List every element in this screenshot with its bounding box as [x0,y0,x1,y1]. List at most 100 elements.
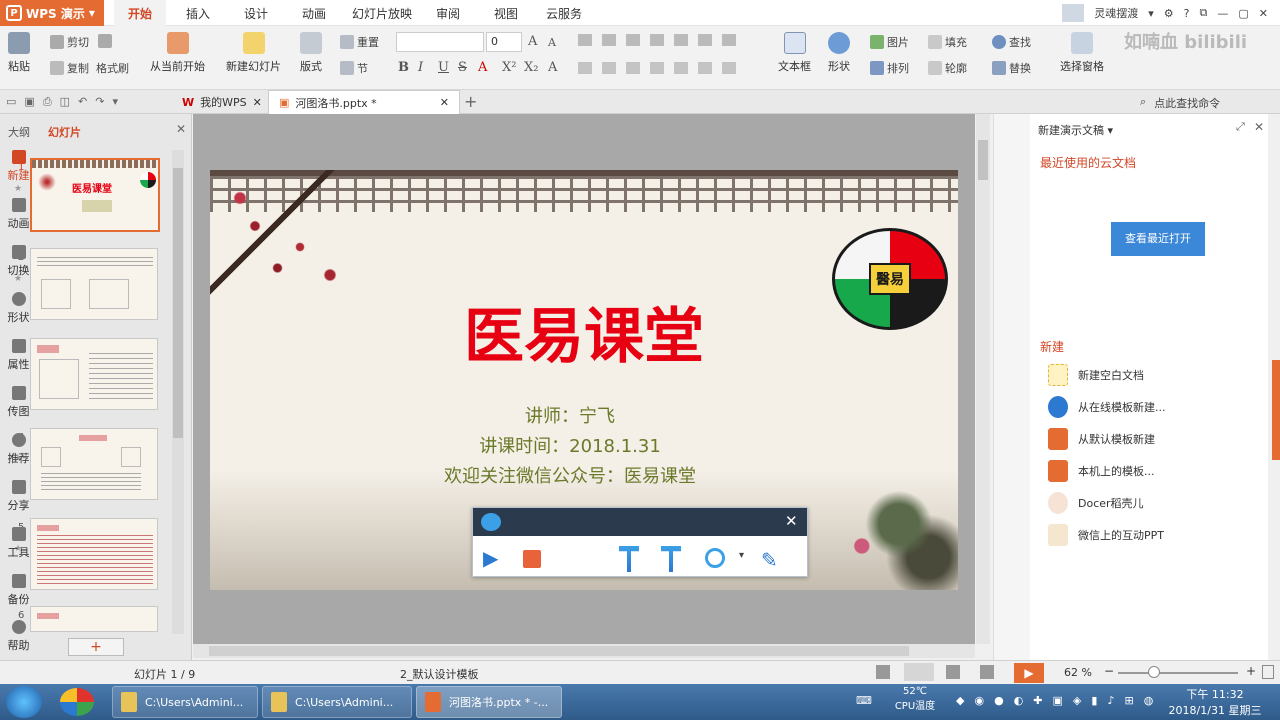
clock[interactable]: 下午 11:32 2018/1/31 星期三 [1160,686,1270,718]
new-from-default-template-item[interactable]: 从默认模板新建 [1048,428,1155,450]
sidebar-item-recommend[interactable]: 推荐 [0,433,37,466]
fill-button[interactable]: 填充 [928,34,967,50]
increase-indent-icon[interactable] [650,34,664,46]
tray-icon[interactable]: ◈ [1073,694,1081,707]
font-name-select[interactable] [396,32,484,52]
zoom-level[interactable]: 62 % [1064,666,1092,679]
sidebar-item-tools[interactable]: 工具 [0,527,37,560]
input-method-icon[interactable]: ⊞ [1124,694,1133,707]
wechat-ppt-item[interactable]: 微信上的互动PPT [1048,524,1164,546]
tray-icon[interactable]: ▣ [1053,694,1063,707]
align-center-icon[interactable] [602,62,616,74]
justify-icon[interactable] [650,62,664,74]
smart-art-icon[interactable] [722,62,736,74]
volume-icon[interactable]: ♪ [1107,694,1114,707]
tray-icon[interactable]: ◆ [956,694,964,707]
decrease-indent-icon[interactable] [626,34,640,46]
format-painter-label[interactable]: 格式刷 [96,60,129,76]
tab-my-wps[interactable]: W 我的WPS ✕ [172,90,272,114]
expand-icon[interactable]: ⤢ [1236,120,1245,134]
slide-thumbnail-2[interactable] [30,248,158,320]
outline-button[interactable]: 轮廓 [928,60,967,76]
horizontal-scrollbar[interactable] [193,644,975,658]
new-blank-doc-item[interactable]: 新建空白文档 [1048,364,1144,386]
section-button[interactable]: 节 [340,60,368,76]
outline-tab[interactable]: 大纲 [8,124,30,140]
sidebar-item-properties[interactable]: 属性 [0,339,37,372]
strikethrough-icon[interactable]: S [458,60,467,75]
undo-icon[interactable]: ↶ [78,95,87,109]
columns-icon[interactable] [722,34,736,46]
sidebar-item-help[interactable]: 帮助 [0,620,37,653]
redo-icon[interactable]: ↷ [95,95,104,109]
preview-icon[interactable]: ◫ [60,95,70,109]
slide-thumbnail-3[interactable] [30,338,158,410]
notes-icon[interactable] [876,665,890,679]
new-tab-button[interactable]: + [464,92,477,111]
tab-start[interactable]: 开始 [114,0,167,26]
add-slide-button[interactable]: + [68,638,124,656]
sidebar-item-shape[interactable]: 形状 [0,292,37,325]
taskbar-wps-presentation[interactable]: 河图洛书.pptx * -... [416,686,562,718]
close-icon[interactable]: ✕ [785,512,798,530]
distribute-icon[interactable] [674,62,688,74]
taskbar-explorer-1[interactable]: C:\Users\Admini... [112,686,258,718]
underline-icon[interactable]: U [438,60,449,75]
taskbar-explorer-2[interactable]: C:\Users\Admini... [262,686,412,718]
tab-cloud[interactable]: 云服务 [532,0,596,26]
slide-time[interactable]: 讲课时间：2018.1.31 [210,432,930,458]
pen-tool-icon[interactable] [619,546,639,572]
tab-design[interactable]: 设计 [230,0,282,26]
network-icon[interactable]: ▮ [1091,694,1097,707]
tab-insert[interactable]: 插入 [172,0,224,26]
command-search[interactable]: ⌕ 点此查找命令 [1140,95,1220,111]
slide-thumbnail-1[interactable]: 医易课堂 [30,158,160,232]
panel-collapse-handle[interactable] [1272,360,1280,460]
font-color-icon[interactable]: A [478,60,487,75]
local-template-item[interactable]: 本机上的模板... [1048,460,1155,482]
stop-icon[interactable] [523,550,541,568]
replace-button[interactable]: 替换 [992,60,1031,76]
layout-button[interactable]: 版式 [300,32,322,74]
webcam-icon[interactable] [705,548,725,568]
format-painter-button[interactable] [98,34,112,48]
sidebar-item-new[interactable]: 新建 [0,150,37,183]
new-slide-button[interactable]: 新建幻灯片 [226,32,281,74]
sidebar-item-upload-image[interactable]: 传图 [0,386,37,419]
scrollbar-thumb[interactable] [209,646,909,656]
restore-icon[interactable]: ⧉ [1200,6,1208,20]
help-icon[interactable]: ? [1184,7,1190,20]
tray-icon[interactable]: ◐ [1014,694,1024,707]
tray-icon[interactable]: ◍ [1144,694,1154,707]
close-icon[interactable]: ✕ [176,122,186,136]
tray-icon[interactable]: ✚ [1033,694,1042,707]
minimize-icon[interactable]: — [1217,7,1228,20]
tab-review[interactable]: 审阅 [422,0,474,26]
browser-icon[interactable] [60,688,94,716]
new-from-online-template-item[interactable]: 从在线模板新建... [1048,396,1166,418]
reading-view-icon[interactable] [980,665,994,679]
tab-view[interactable]: 视图 [480,0,532,26]
tray-icon[interactable]: ● [994,694,1004,707]
cut-button[interactable]: 剪切 [50,34,89,50]
tab-document[interactable]: ▣ 河图洛书.pptx * ✕ [268,90,460,114]
slide-thumbnail-4[interactable] [30,428,158,500]
close-icon[interactable]: ✕ [1259,7,1268,20]
grow-font-icon[interactable]: A [528,34,537,49]
numbered-list-icon[interactable] [602,34,616,46]
view-recent-button[interactable]: 查看最近打开 [1111,222,1205,256]
user-name[interactable]: 灵魂摆渡 [1094,5,1138,21]
line-spacing-icon[interactable] [674,34,688,46]
avatar[interactable] [1062,4,1085,22]
zoom-out-icon[interactable]: − [1104,664,1114,678]
keyboard-icon[interactable]: ⌨ [856,694,872,707]
pencil-icon[interactable]: ✎ [761,548,778,572]
find-button[interactable]: 查找 [992,34,1031,50]
clear-format-icon[interactable]: A [548,60,557,75]
zoom-slider[interactable] [1118,672,1238,674]
zoom-slider-thumb[interactable] [1148,666,1160,678]
chevron-down-icon[interactable]: ▾ [739,550,744,561]
slides-tab[interactable]: 幻灯片 [48,124,81,140]
sidebar-item-animation[interactable]: 动画 [0,198,37,231]
arrange-button[interactable]: 排列 [870,60,909,76]
